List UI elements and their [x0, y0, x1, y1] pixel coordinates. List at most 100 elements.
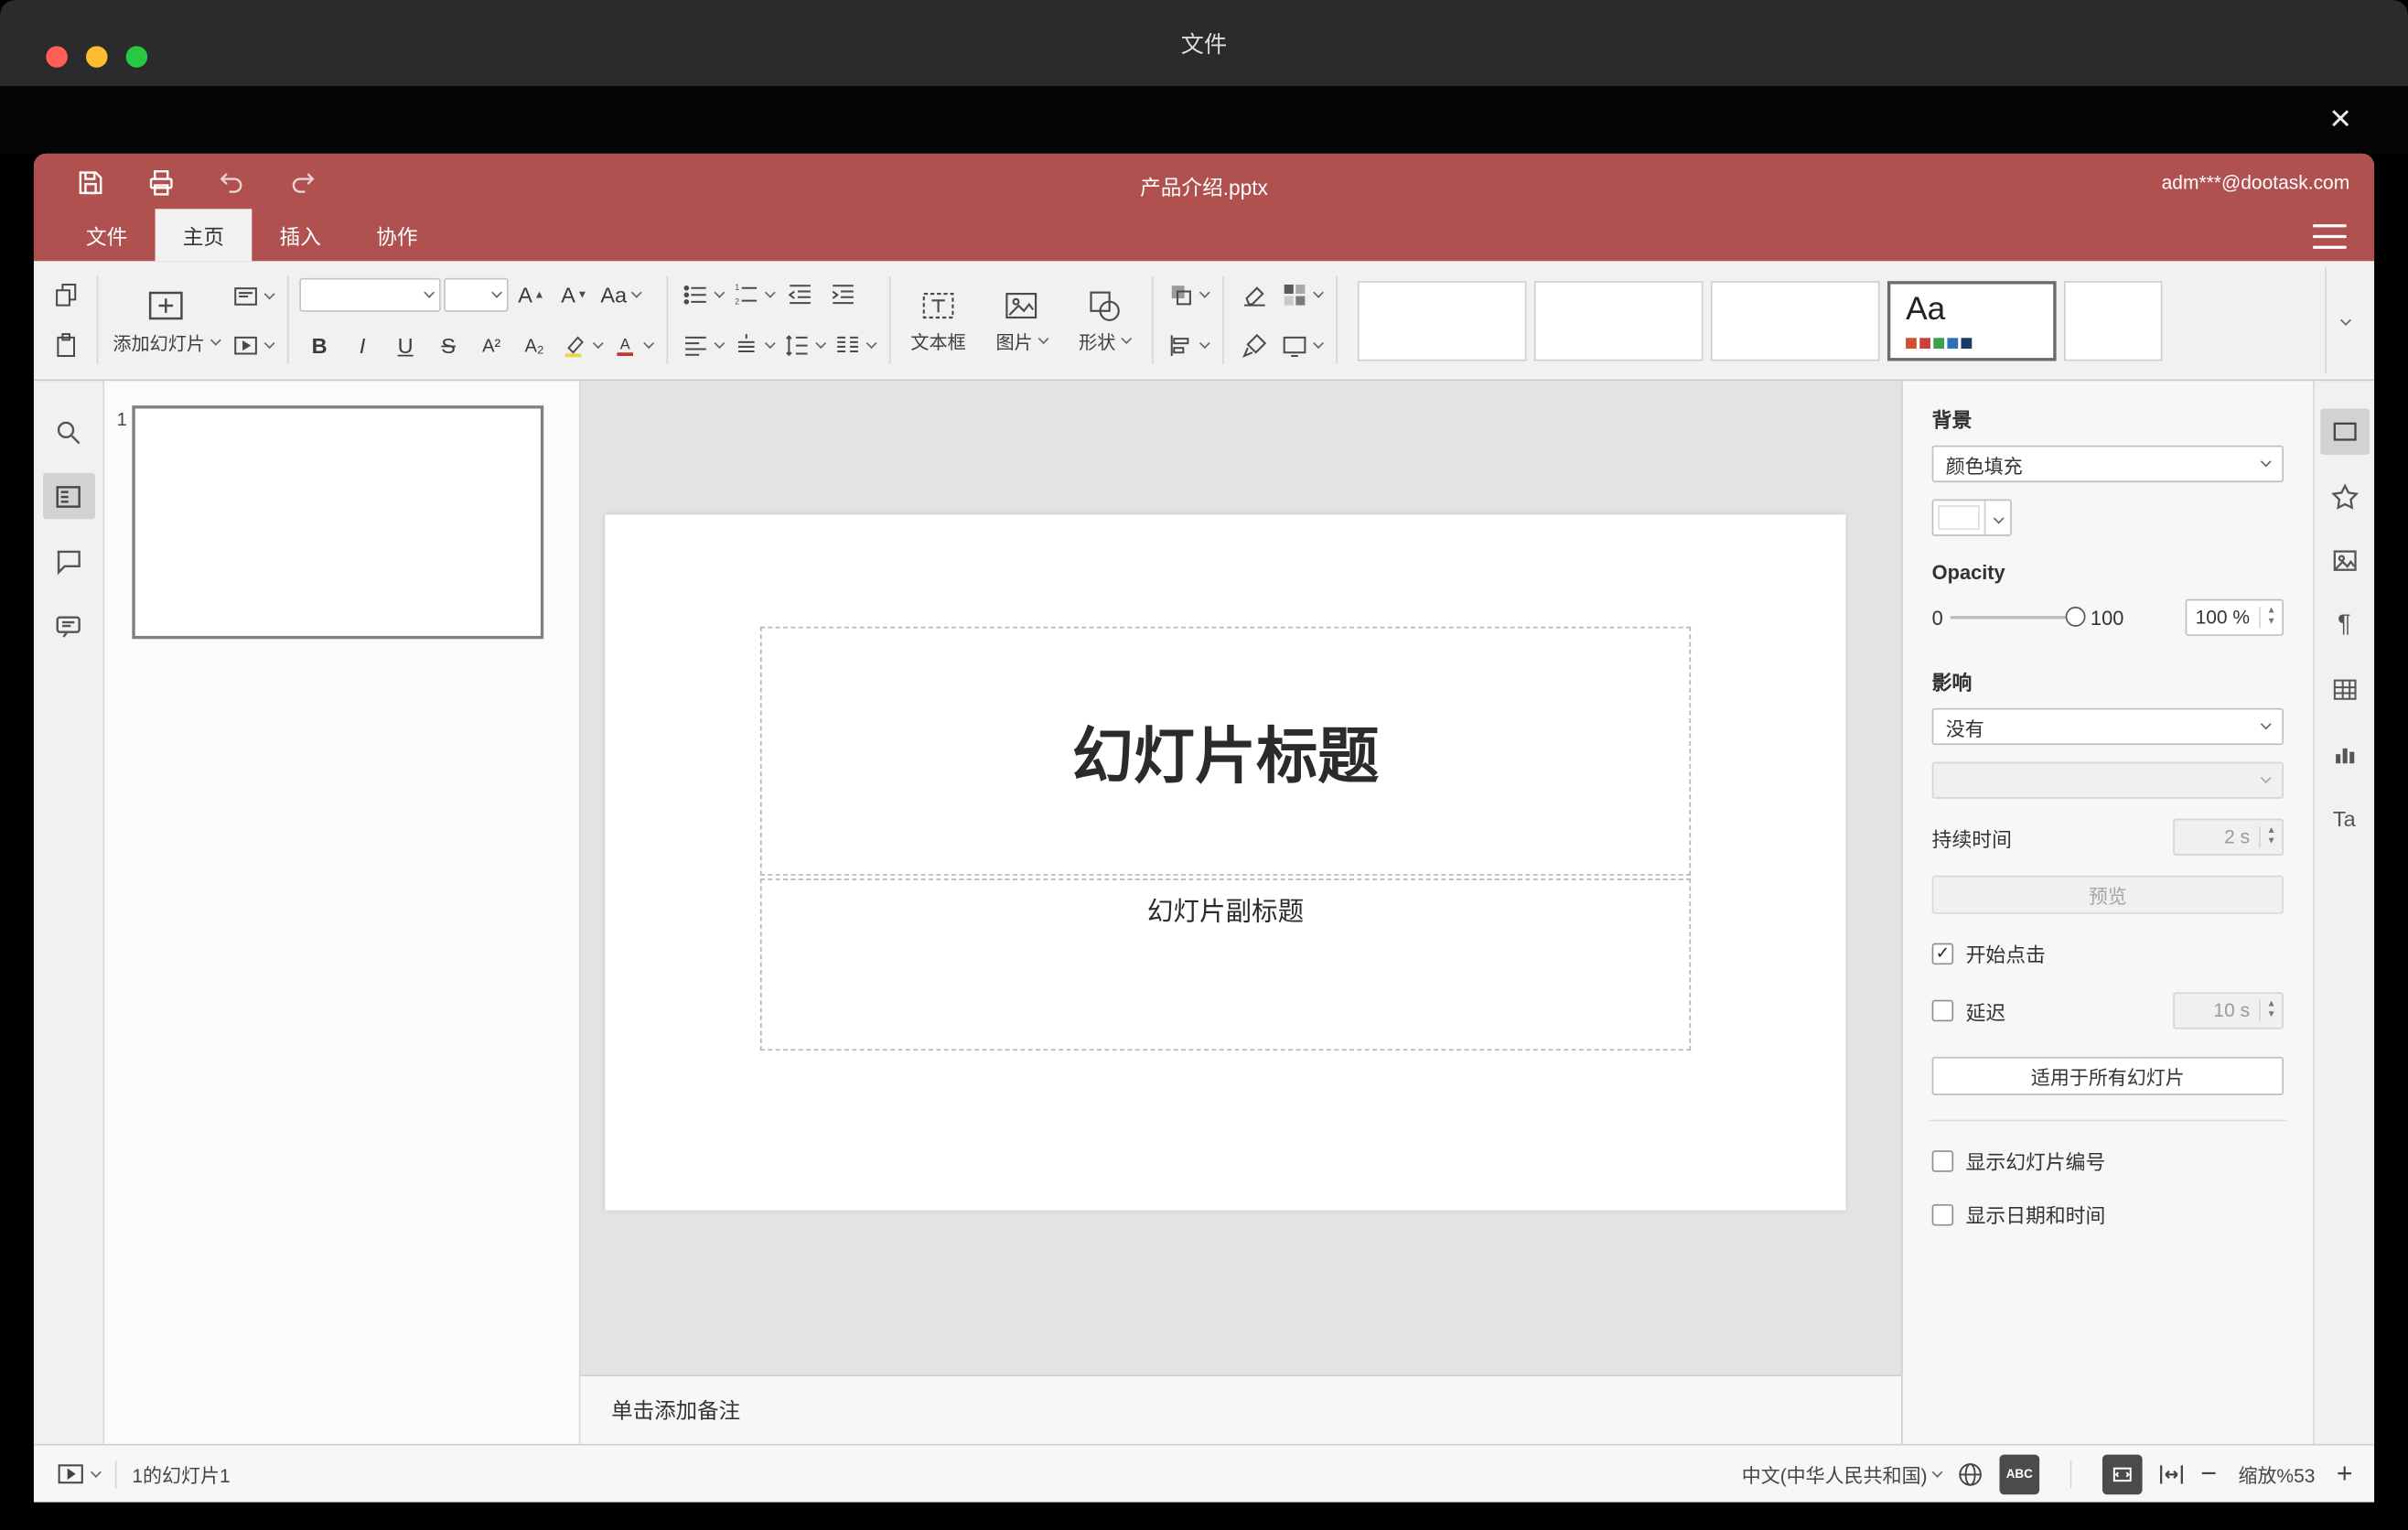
bold-button[interactable]: B	[299, 326, 339, 366]
effect-dropdown[interactable]: 没有	[1931, 707, 2284, 746]
shape-settings-tab[interactable]	[2319, 473, 2369, 519]
change-case-button[interactable]: Aa	[597, 275, 644, 315]
paragraph-settings-tab[interactable]: ¶	[2319, 602, 2369, 648]
svg-text:1: 1	[735, 283, 739, 292]
close-icon[interactable]: ×	[2316, 95, 2365, 145]
theme-option[interactable]	[1357, 280, 1527, 361]
copy-button[interactable]	[46, 275, 86, 315]
delay-spinner[interactable]: ▲ ▼	[2259, 999, 2282, 1022]
fit-width-button[interactable]	[2157, 1460, 2185, 1487]
account-email[interactable]: adm***@dootask.com	[2162, 172, 2350, 193]
chat-panel-button[interactable]	[42, 602, 94, 648]
copy-style-button[interactable]	[1235, 326, 1275, 366]
slide-settings-icon	[2330, 418, 2358, 446]
font-size-combo[interactable]	[444, 277, 509, 312]
tab-insert[interactable]: 插入	[252, 209, 349, 261]
arrange-shapes-button[interactable]	[1164, 275, 1211, 315]
slide-canvas[interactable]: 幻灯片标题 幻灯片副标题	[580, 381, 1902, 1375]
slide-size-button[interactable]	[1278, 326, 1326, 366]
textart-settings-tab[interactable]: Ta	[2319, 795, 2369, 841]
tab-home[interactable]: 主页	[155, 209, 253, 262]
highlight-color-button[interactable]	[557, 326, 605, 366]
zoom-out-button[interactable]: −	[2200, 1458, 2217, 1490]
opacity-spinner[interactable]: ▲ ▼	[2259, 607, 2282, 629]
background-color-picker[interactable]	[1931, 499, 2012, 536]
show-date-checkbox[interactable]	[1931, 1203, 1954, 1225]
increase-font-button[interactable]: A ▲	[511, 275, 552, 315]
opacity-slider-knob[interactable]	[2066, 607, 2086, 627]
status-bar: 1的幻灯片1 中文(中华人民共和国) ABC − 缩放%53 +	[33, 1443, 2375, 1503]
preview-button[interactable]: 预览	[1931, 875, 2284, 914]
add-slide-button[interactable]: 添加幻灯片	[106, 282, 226, 359]
insert-image-button[interactable]: 图片	[982, 284, 1061, 358]
strikethrough-button[interactable]: S	[428, 326, 468, 366]
theme-option[interactable]	[2063, 280, 2163, 361]
increase-indent-button[interactable]	[823, 275, 864, 315]
theme-option[interactable]	[1533, 280, 1704, 361]
horizontal-align-button[interactable]	[679, 326, 726, 366]
color-dropdown-arrow[interactable]	[1983, 501, 2011, 535]
theme-gallery-expand-button[interactable]	[2325, 267, 2365, 373]
clear-style-button[interactable]	[1235, 275, 1275, 315]
line-spacing-button[interactable]	[780, 326, 828, 366]
editor-column: 幻灯片标题 幻灯片副标题 单击添加备注	[580, 381, 1902, 1444]
slide-layout-button[interactable]	[229, 275, 276, 316]
bullets-button[interactable]	[679, 275, 726, 315]
slide[interactable]: 幻灯片标题 幻灯片副标题	[605, 514, 1846, 1211]
apply-to-all-slides-button[interactable]: 适用于所有幻灯片	[1931, 1056, 2284, 1095]
search-button[interactable]	[42, 408, 94, 454]
slide-settings-tab[interactable]	[2319, 408, 2370, 455]
decrease-font-button[interactable]: A ▼	[554, 275, 595, 315]
zoom-in-button[interactable]: +	[2337, 1458, 2353, 1490]
underline-button[interactable]: U	[385, 326, 425, 366]
tab-collaboration[interactable]: 协作	[349, 209, 446, 261]
delay-checkbox[interactable]	[1931, 999, 1954, 1022]
duration-spinner[interactable]: ▲ ▼	[2259, 826, 2282, 848]
paste-button[interactable]	[46, 326, 86, 366]
zoom-window-button[interactable]	[125, 46, 148, 68]
duration-spinbox[interactable]: 2 s ▲ ▼	[2173, 818, 2284, 856]
superscript-button[interactable]: A²	[471, 326, 511, 366]
font-name-combo[interactable]	[299, 277, 441, 312]
fit-slide-button[interactable]	[2102, 1453, 2143, 1494]
language-selector[interactable]: 中文(中华人民共和国)	[1742, 1460, 1943, 1489]
font-color-button[interactable]: A	[608, 326, 656, 366]
show-slide-number-checkbox[interactable]	[1931, 1149, 1954, 1171]
slide-thumbnail-1[interactable]	[132, 405, 544, 640]
italic-button[interactable]: I	[342, 326, 382, 366]
opacity-spinbox[interactable]: 100 % ▲ ▼	[2184, 598, 2284, 636]
background-fill-dropdown[interactable]: 颜色填充	[1931, 445, 2284, 483]
notes-area[interactable]: 单击添加备注	[580, 1374, 1902, 1444]
minimize-window-button[interactable]	[85, 46, 108, 68]
image-settings-tab[interactable]	[2319, 537, 2369, 583]
opacity-slider[interactable]	[1951, 607, 2086, 629]
insert-textbox-button[interactable]: 文本框	[898, 284, 978, 358]
color-scheme-button[interactable]	[1278, 275, 1326, 315]
align-shapes-button[interactable]	[1164, 326, 1211, 366]
effect-type-dropdown[interactable]	[1931, 761, 2284, 799]
menu-icon[interactable]	[2312, 224, 2347, 249]
start-on-click-checkbox[interactable]: ✓	[1931, 942, 1954, 964]
insert-shape-button[interactable]: 形状	[1064, 284, 1144, 358]
vertical-align-button[interactable]	[729, 326, 777, 366]
slides-panel-button[interactable]	[42, 472, 95, 520]
chart-settings-tab[interactable]	[2319, 731, 2369, 777]
subscript-button[interactable]: A₂	[514, 326, 554, 366]
numbering-button[interactable]: 12	[729, 275, 777, 315]
start-slideshow-status-button[interactable]	[55, 1460, 102, 1487]
start-slideshow-button[interactable]	[229, 325, 276, 365]
decrease-indent-button[interactable]	[780, 275, 821, 315]
close-window-button[interactable]	[46, 46, 68, 68]
comments-panel-button[interactable]	[42, 537, 94, 583]
title-placeholder[interactable]: 幻灯片标题	[759, 626, 1692, 876]
document-language-button[interactable]	[1956, 1460, 1983, 1487]
spellcheck-button[interactable]: ABC	[1999, 1453, 2040, 1494]
delay-spinbox[interactable]: 10 s ▲ ▼	[2173, 992, 2284, 1029]
theme-option[interactable]	[1710, 280, 1880, 361]
columns-button[interactable]	[831, 326, 878, 366]
tab-file[interactable]: 文件	[59, 209, 156, 261]
table-settings-tab[interactable]	[2319, 666, 2369, 712]
subtitle-placeholder[interactable]: 幻灯片副标题	[759, 878, 1692, 1051]
theme-option-selected[interactable]: Aa	[1887, 280, 2057, 361]
svg-text:A: A	[620, 336, 630, 352]
